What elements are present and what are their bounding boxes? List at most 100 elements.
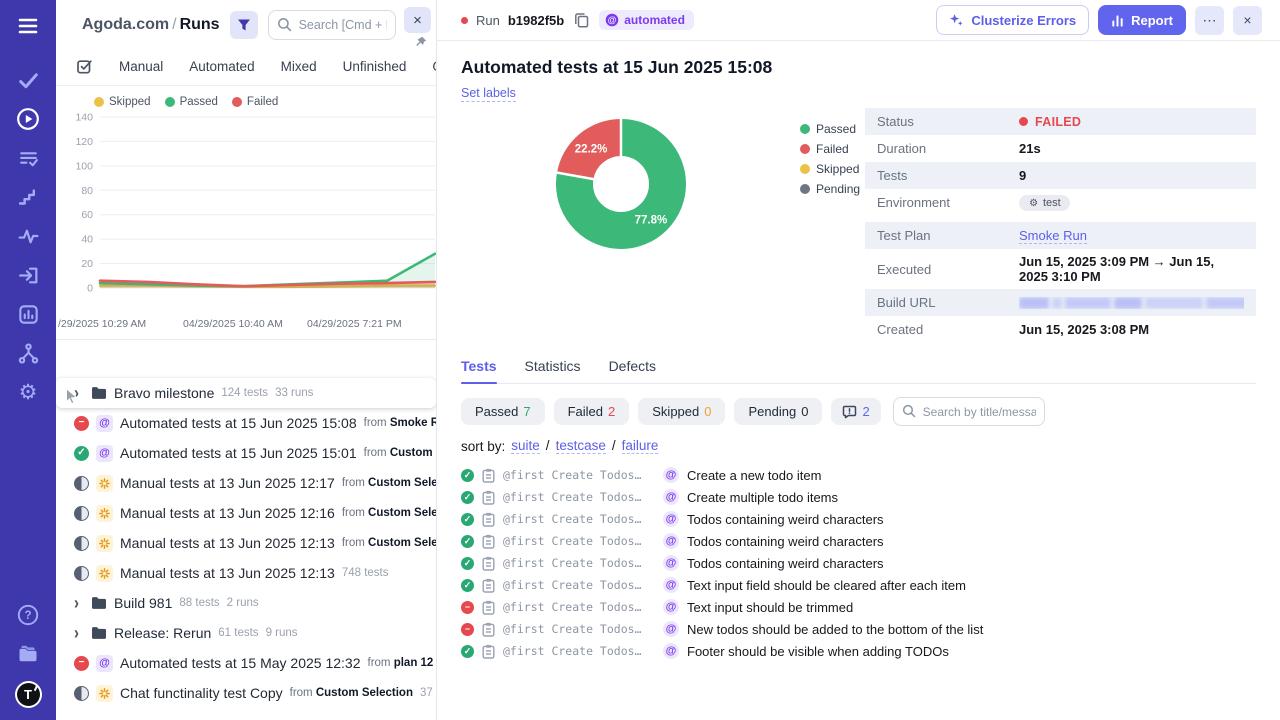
run-detail-body: Automated tests at 15 Jun 2025 15:08 Set… (437, 41, 1280, 662)
run-type-tab[interactable]: Automated (189, 59, 254, 74)
run-type-badge[interactable]: @ automated (599, 10, 694, 30)
pin-icon[interactable] (415, 35, 427, 53)
run-list-item[interactable]: Manual tests at 13 Jun 2025 12:13 748 te… (56, 558, 436, 588)
result-tab[interactable]: Tests (461, 358, 497, 385)
sort-separator: / (611, 438, 616, 454)
runs-icon[interactable] (16, 107, 40, 131)
test-suite[interactable]: @first Create Todos… (503, 490, 655, 504)
legend-label: Failed (816, 142, 849, 157)
test-title[interactable]: Create multiple todo items (687, 490, 838, 505)
select-runs-icon[interactable] (76, 58, 93, 75)
test-list-item[interactable]: ✓ @first Create Todos… @ Todos containin… (461, 530, 1256, 552)
manual-icon (96, 474, 113, 492)
test-list-item[interactable]: ✓ @first Create Todos… @ Todos containin… (461, 508, 1256, 530)
test-list-item[interactable]: ✓ @first Create Todos… @ Footer should b… (461, 640, 1256, 662)
help-icon[interactable]: ? (16, 603, 40, 627)
test-list-item[interactable]: − @first Create Todos… @ New todos shoul… (461, 618, 1256, 640)
test-suite[interactable]: @first Create Todos… (503, 622, 655, 636)
chevron-right-icon[interactable]: › (74, 594, 84, 613)
detail-row: Build URL (865, 289, 1256, 317)
pulse-icon[interactable] (16, 224, 40, 248)
test-suite[interactable]: @first Create Todos… (503, 600, 655, 614)
automated-icon: @ (663, 533, 679, 550)
test-list-item[interactable]: ✓ @first Create Todos… @ Create a new to… (461, 464, 1256, 486)
test-title[interactable]: Todos containing weird characters (687, 534, 884, 549)
test-suite[interactable]: @first Create Todos… (503, 578, 655, 592)
donut-legend-item[interactable]: Failed (800, 142, 860, 156)
run-list-item[interactable]: Manual tests at 13 Jun 2025 12:16 from C… (56, 498, 436, 528)
run-status-icon (74, 565, 89, 581)
test-suite[interactable]: @first Create Todos… (503, 644, 655, 658)
run-list-item[interactable]: ✓ @ Automated tests at 15 Jun 2025 15:01… (56, 438, 436, 468)
test-title[interactable]: Todos containing weird characters (687, 512, 884, 527)
donut-legend-item[interactable]: Skipped (800, 162, 860, 176)
settings-icon[interactable]: ⚙ (16, 380, 40, 404)
run-list-item[interactable]: › Bravo milestone 124 tests 33 runs (56, 378, 436, 408)
sort-option[interactable]: testcase (555, 438, 606, 455)
collapse-panel-button[interactable]: × (404, 7, 431, 33)
tests-icon[interactable] (16, 68, 40, 92)
app-logo[interactable]: T (14, 681, 42, 708)
result-tab[interactable]: Statistics (525, 358, 581, 383)
run-title: Manual tests at 13 Jun 2025 12:13 (120, 565, 335, 581)
test-list-item[interactable]: − @first Create Todos… @ Text input shou… (461, 596, 1256, 618)
test-title[interactable]: Footer should be visible when adding TOD… (687, 644, 949, 659)
test-plan-link[interactable]: Smoke Run (1019, 228, 1087, 244)
branches-icon[interactable] (16, 341, 40, 365)
test-list-item[interactable]: ✓ @first Create Todos… @ Create multiple… (461, 486, 1256, 508)
copy-run-id-button[interactable] (572, 10, 591, 30)
run-from: from Custom Selection (363, 447, 436, 459)
sort-option[interactable]: suite (511, 438, 540, 455)
clusterize-errors-button[interactable]: Clusterize Errors (936, 5, 1090, 35)
run-list-item[interactable]: › Release: Rerun 61 tests 9 runs (56, 618, 436, 648)
run-type-tab[interactable]: Mixed (281, 59, 317, 74)
chevron-right-icon[interactable]: › (74, 624, 84, 643)
test-suite[interactable]: @first Create Todos… (503, 512, 655, 526)
filter-pill[interactable]: Pending 0 (734, 398, 823, 426)
run-type-tab[interactable]: Manual (119, 59, 163, 74)
run-list-item[interactable]: − @ Automated tests at 15 May 2025 12:32… (56, 648, 436, 678)
sort-separator: / (545, 438, 550, 454)
test-suite[interactable]: @first Create Todos… (503, 468, 655, 482)
run-list-item[interactable]: Manual tests at 13 Jun 2025 12:17 from C… (56, 468, 436, 498)
report-button[interactable]: Report (1098, 5, 1186, 35)
test-title[interactable]: Create a new todo item (687, 468, 821, 483)
filter-pill[interactable]: Skipped 0 (638, 398, 726, 426)
result-tab[interactable]: Defects (609, 358, 656, 383)
test-title[interactable]: Text input should be trimmed (687, 600, 853, 615)
close-run-button[interactable]: × (1233, 5, 1262, 35)
more-actions-button[interactable]: ⋯ (1195, 5, 1224, 35)
sort-option[interactable]: failure (621, 438, 659, 455)
projects-icon[interactable] (16, 642, 40, 666)
test-title[interactable]: New todos should be added to the bottom … (687, 622, 983, 637)
tests-search (892, 397, 1045, 427)
run-list-item[interactable]: − @ Automated tests at 15 Jun 2025 15:08… (56, 408, 436, 438)
filter-pill[interactable]: Passed 7 (461, 398, 545, 426)
test-suite[interactable]: @first Create Todos… (503, 534, 655, 548)
donut-legend-item[interactable]: Passed (800, 122, 860, 136)
run-list-item[interactable]: › Build 981 88 tests 2 runs (56, 588, 436, 618)
analytics-icon[interactable] (16, 302, 40, 326)
sidebar: ⚙ ? T (0, 0, 56, 720)
comments-filter-button[interactable]: 2 (831, 398, 881, 426)
test-title[interactable]: Text input field should be cleared after… (687, 578, 966, 593)
chevron-right-icon[interactable]: › (74, 384, 84, 403)
run-list-item[interactable]: Chat functinality test Copy from Custom … (56, 678, 436, 708)
filter-pill[interactable]: Failed 2 (553, 398, 630, 426)
test-title[interactable]: Todos containing weird characters (687, 556, 884, 571)
run-list-item[interactable]: Manual tests at 13 Jun 2025 12:13 from C… (56, 528, 436, 558)
test-list-item[interactable]: ✓ @first Create Todos… @ Text input fiel… (461, 574, 1256, 596)
test-plans-icon[interactable] (16, 146, 40, 170)
trend-x-axis: /29/2025 10:29 AM 04/29/2025 10:40 AM 04… (56, 315, 436, 339)
import-icon[interactable] (16, 263, 40, 287)
manual-icon (96, 504, 113, 522)
steps-icon[interactable] (16, 185, 40, 209)
menu-icon[interactable] (16, 14, 40, 38)
run-type-tab[interactable]: Unfinished (343, 59, 407, 74)
donut-legend-item[interactable]: Pending (800, 182, 860, 196)
set-labels-link[interactable]: Set labels (461, 85, 516, 103)
breadcrumb-project[interactable]: Agoda.com (82, 16, 169, 33)
test-list-item[interactable]: ✓ @first Create Todos… @ Todos containin… (461, 552, 1256, 574)
test-suite[interactable]: @first Create Todos… (503, 556, 655, 570)
filter-button[interactable] (229, 11, 258, 39)
